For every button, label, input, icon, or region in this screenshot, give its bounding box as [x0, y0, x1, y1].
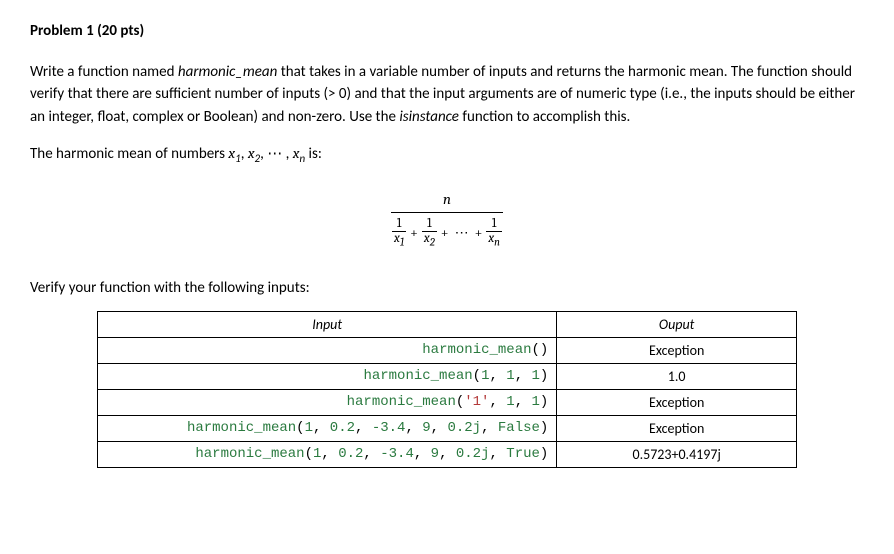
- input-cell: harmonic_mean(1, 1, 1): [98, 364, 557, 390]
- table-row: harmonic_mean()Exception: [98, 338, 797, 364]
- frac-1-over-xn: 1 xn: [486, 217, 502, 249]
- verify-instruction: Verify your function with the following …: [30, 277, 864, 300]
- input-cell: harmonic_mean(1, 0.2, -3.4, 9, 0.2j, Fal…: [98, 416, 557, 442]
- formula-intro-a: The harmonic mean of numbers: [30, 145, 228, 163]
- table-row: harmonic_mean(1, 1, 1)1.0: [98, 364, 797, 390]
- formula-denominator: 1 x1 + 1 x2 + ⋯ + 1 xn: [391, 213, 503, 249]
- frac-1-over-x1: 1 x1: [392, 217, 406, 249]
- output-cell: Exception: [557, 338, 797, 364]
- test-cases-table: Input Ouput harmonic_mean()Exceptionharm…: [97, 311, 797, 468]
- desc-part-a: Write a function named: [30, 63, 178, 81]
- formula-numerator: n: [391, 188, 503, 214]
- output-cell: Exception: [557, 390, 797, 416]
- header-output: Ouput: [557, 312, 797, 338]
- table-row: harmonic_mean(1, 0.2, -3.4, 9, 0.2j, Tru…: [98, 442, 797, 468]
- desc-part-c: function to accomplish this.: [459, 108, 630, 126]
- problem-description: Write a function named harmonic_mean tha…: [30, 61, 864, 129]
- desc-isinstance: isinstance: [399, 108, 459, 126]
- output-cell: Exception: [557, 416, 797, 442]
- formula-intro-line: The harmonic mean of numbers x1, x2, ⋯ ,…: [30, 142, 864, 168]
- input-cell: harmonic_mean('1', 1, 1): [98, 390, 557, 416]
- header-input: Input: [98, 312, 557, 338]
- frac-1-over-x2: 1 x2: [422, 217, 437, 249]
- input-cell: harmonic_mean(1, 0.2, -3.4, 9, 0.2j, Tru…: [98, 442, 557, 468]
- desc-fn-name: harmonic_mean: [178, 63, 277, 81]
- output-cell: 0.5723+0.4197j: [557, 442, 797, 468]
- table-row: harmonic_mean(1, 0.2, -3.4, 9, 0.2j, Fal…: [98, 416, 797, 442]
- input-cell: harmonic_mean(): [98, 338, 557, 364]
- var-x2: x: [248, 144, 255, 162]
- output-cell: 1.0: [557, 364, 797, 390]
- harmonic-mean-formula: n 1 x1 + 1 x2 + ⋯ + 1 xn: [30, 188, 864, 249]
- formula-intro-b: is:: [305, 145, 322, 163]
- table-row: harmonic_mean('1', 1, 1)Exception: [98, 390, 797, 416]
- problem-title: Problem 1 (20 pts): [30, 20, 864, 43]
- table-header-row: Input Ouput: [98, 312, 797, 338]
